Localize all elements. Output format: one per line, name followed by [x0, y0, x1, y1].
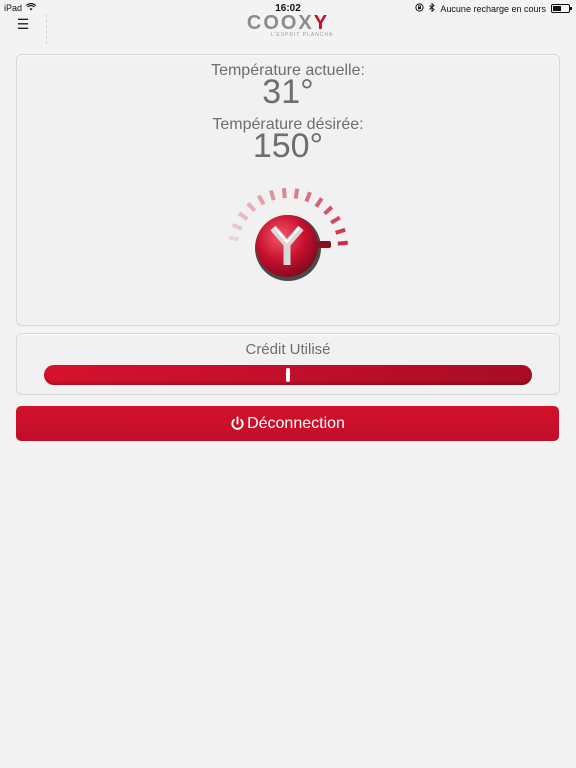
dial-tick: [304, 191, 312, 203]
dial-tick: [256, 194, 266, 206]
temperature-panel: Température actuelle: 31° Température dé…: [16, 54, 560, 326]
dial-tick: [335, 227, 346, 235]
temperature-dial[interactable]: [213, 173, 363, 293]
battery-fill: [553, 6, 561, 11]
nav-bar: ☰ COOXY L'ESPRIT PLANCHA: [0, 12, 576, 44]
dial-tick: [269, 189, 276, 201]
credit-slider[interactable]: [44, 365, 532, 385]
power-icon: [230, 416, 245, 431]
credit-label: Crédit Utilisé: [245, 341, 331, 358]
dial-tick: [337, 240, 348, 246]
cooxy-logo: COOXY L'ESPRIT PLANCHA: [0, 12, 576, 38]
dial-tick: [330, 215, 341, 225]
credit-panel: Crédit Utilisé: [16, 333, 560, 395]
logo-tagline: L'ESPRIT PLANCHA: [270, 32, 334, 38]
desired-temperature-value: 150°: [252, 127, 324, 165]
dial-tick: [281, 188, 287, 199]
logout-label: Déconnection: [247, 414, 345, 432]
dial-tick: [293, 188, 300, 199]
dial-tick: [246, 202, 257, 213]
dial-tick: [237, 211, 249, 221]
dial-tick: [323, 205, 334, 216]
dial-tick: [228, 235, 240, 242]
logo-text-y: Y: [313, 12, 330, 34]
dial-tick: [314, 197, 324, 208]
logout-button[interactable]: Déconnection: [16, 406, 559, 441]
current-temperature-value: 31°: [262, 73, 314, 111]
dial-pointer: [317, 241, 331, 248]
credit-slider-handle[interactable]: [286, 368, 290, 382]
dial-tick: [231, 223, 243, 231]
logo-text: COOX: [246, 12, 314, 34]
